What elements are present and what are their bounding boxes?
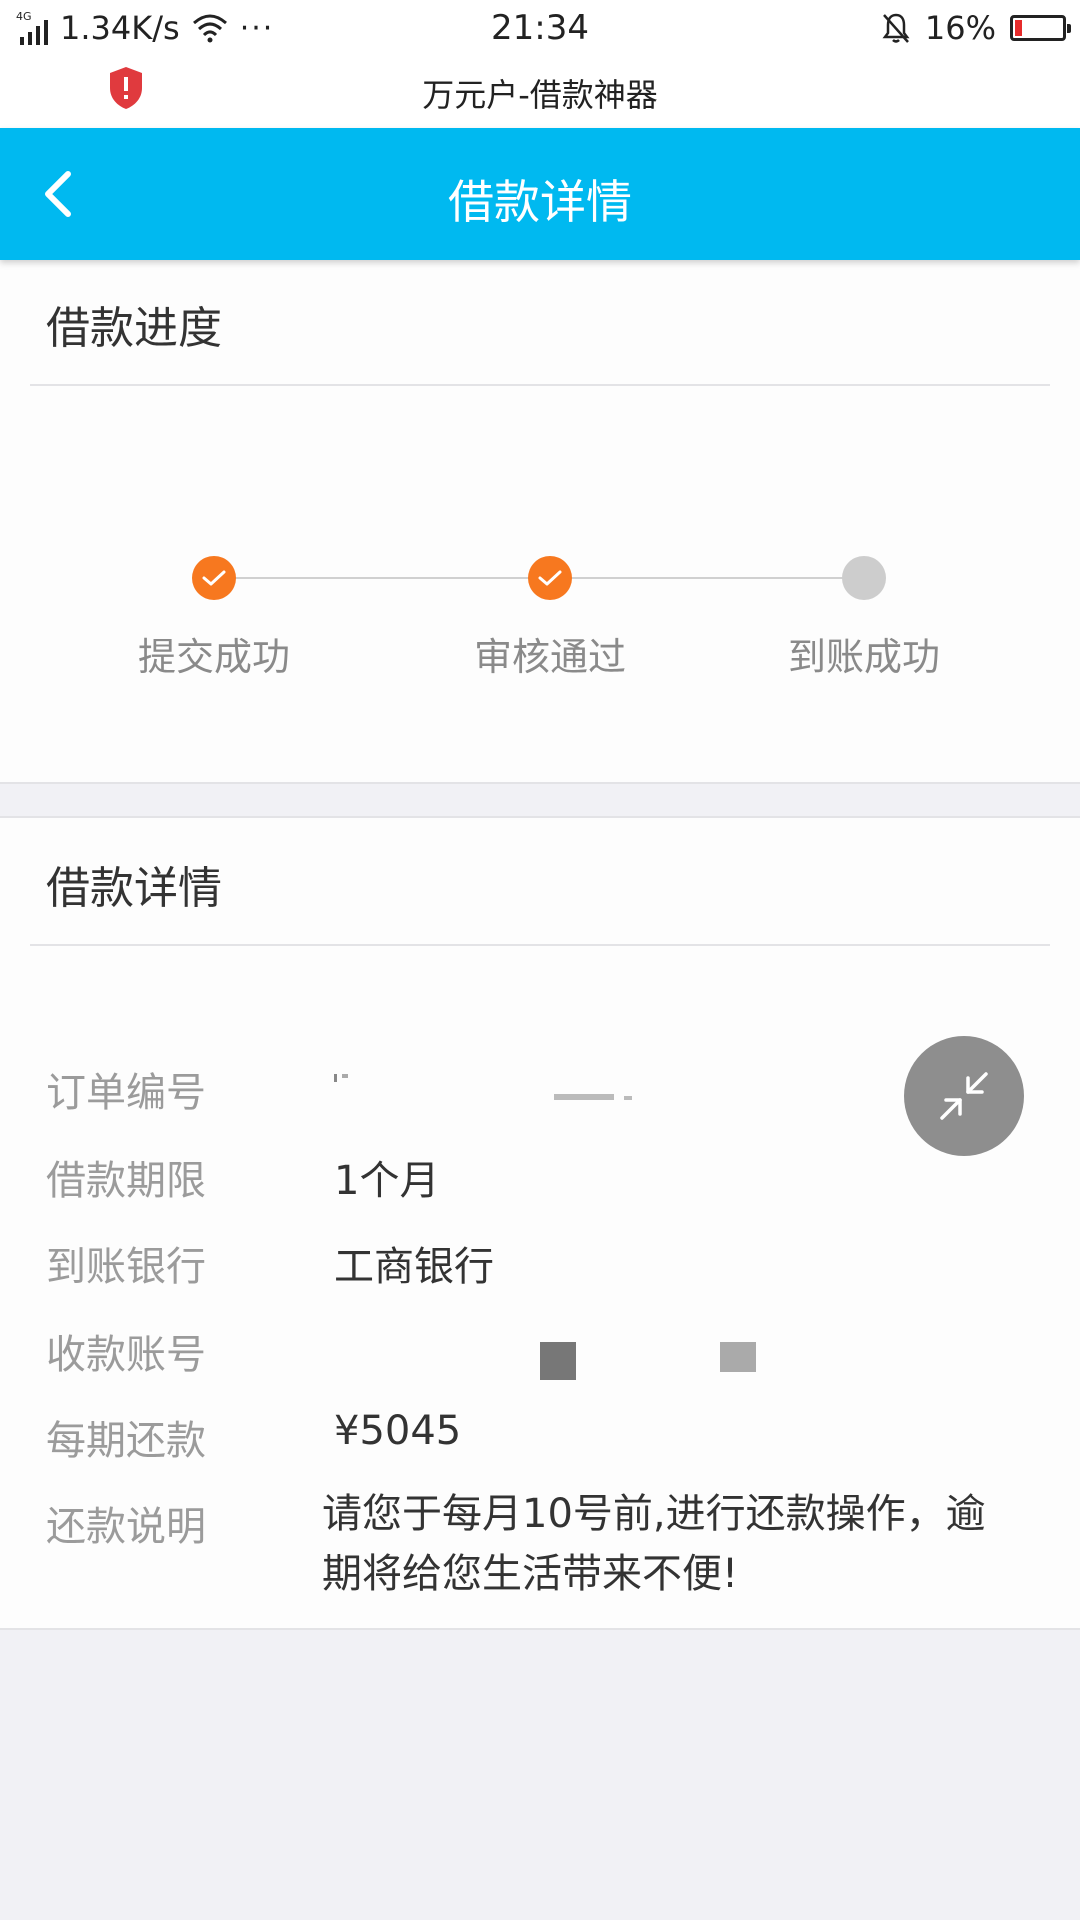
details-card: 借款详情 订单编号 借款期限 1个月 到账银行 工商银行 收款账号 每期还款 ¥… [0, 816, 1080, 1630]
step-credited-dot [842, 556, 886, 600]
account-redacted-block [720, 1342, 756, 1372]
divider [30, 944, 1050, 946]
check-icon [538, 570, 562, 586]
app-title-bar: 万元户-借款神器 [0, 56, 1080, 128]
loan-term-label: 借款期限 [46, 1158, 206, 1204]
repayment-note-label: 还款说明 [46, 1504, 206, 1550]
payment-label: 每期还款 [46, 1418, 206, 1464]
app-title: 万元户-借款神器 [422, 76, 658, 114]
status-bar: 4G 1.34K/s ··· 21:34 16% [0, 0, 1080, 56]
nav-header: 借款详情 [0, 128, 1080, 260]
payment-value: ¥5045 [334, 1408, 462, 1454]
order-number-redacted [334, 1072, 734, 1106]
account-number-label: 收款账号 [46, 1332, 206, 1378]
status-right: 16% [881, 8, 1071, 48]
bank-value: 工商银行 [334, 1244, 494, 1290]
repayment-note-value: 请您于每月10号前,进行还款操作，逾期将给您生活带来不便! [322, 1491, 986, 1597]
collapse-button[interactable] [904, 1036, 1024, 1156]
order-number-label: 订单编号 [46, 1070, 206, 1116]
step-label-approved: 审核通过 [473, 635, 626, 679]
step-approved-dot [528, 556, 572, 600]
step-submitted-dot [192, 556, 236, 600]
progress-title: 借款进度 [46, 303, 222, 354]
mute-bell-icon [882, 13, 910, 43]
check-icon [202, 570, 226, 586]
divider [30, 384, 1050, 386]
battery-percent: 16% [924, 9, 996, 47]
bank-label: 到账银行 [46, 1244, 206, 1290]
collapse-arrows-icon [940, 1072, 988, 1120]
progress-card: 借款进度 提交成功 审核通过 到账成功 [0, 260, 1080, 784]
step-label-submitted: 提交成功 [137, 635, 290, 679]
battery-icon [1010, 15, 1071, 41]
step-label-credited: 到账成功 [787, 635, 940, 679]
account-redacted-block [540, 1342, 576, 1380]
loan-term-value: 1个月 [334, 1158, 440, 1204]
page-title: 借款详情 [448, 175, 632, 229]
details-title: 借款详情 [46, 863, 222, 914]
battery-level [1015, 20, 1022, 36]
